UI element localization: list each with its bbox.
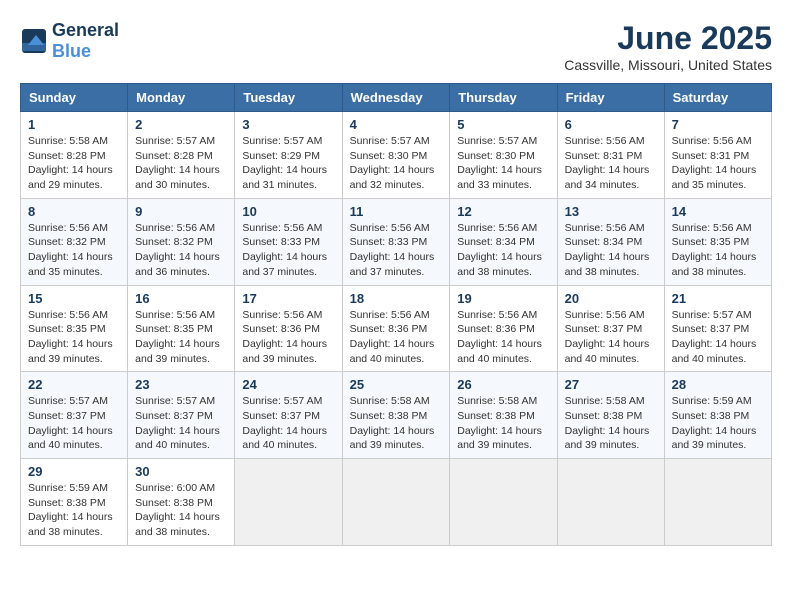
logo: General Blue: [20, 20, 119, 62]
day-cell-12: 12 Sunrise: 5:56 AMSunset: 8:34 PMDaylig…: [450, 198, 557, 285]
weekday-header-row: Sunday Monday Tuesday Wednesday Thursday…: [21, 84, 772, 112]
empty-cell-5: [664, 459, 771, 546]
day-cell-17: 17 Sunrise: 5:56 AMSunset: 8:36 PMDaylig…: [235, 285, 342, 372]
header-tuesday: Tuesday: [235, 84, 342, 112]
day-cell-21: 21 Sunrise: 5:57 AMSunset: 8:37 PMDaylig…: [664, 285, 771, 372]
logo-icon: [20, 27, 48, 55]
day-cell-23: 23 Sunrise: 5:57 AMSunset: 8:37 PMDaylig…: [128, 372, 235, 459]
empty-cell-4: [557, 459, 664, 546]
day-cell-30: 30 Sunrise: 6:00 AMSunset: 8:38 PMDaylig…: [128, 459, 235, 546]
day-cell-28: 28 Sunrise: 5:59 AMSunset: 8:38 PMDaylig…: [664, 372, 771, 459]
day-cell-9: 9 Sunrise: 5:56 AMSunset: 8:32 PMDayligh…: [128, 198, 235, 285]
day-cell-25: 25 Sunrise: 5:58 AMSunset: 8:38 PMDaylig…: [342, 372, 450, 459]
week-row-1: 1 Sunrise: 5:58 AMSunset: 8:28 PMDayligh…: [21, 112, 772, 199]
week-row-5: 29 Sunrise: 5:59 AMSunset: 8:38 PMDaylig…: [21, 459, 772, 546]
logo-blue: Blue: [52, 41, 91, 61]
header-saturday: Saturday: [664, 84, 771, 112]
day-cell-4: 4 Sunrise: 5:57 AMSunset: 8:30 PMDayligh…: [342, 112, 450, 199]
day-cell-13: 13 Sunrise: 5:56 AMSunset: 8:34 PMDaylig…: [557, 198, 664, 285]
logo-general: General: [52, 20, 119, 40]
page-header: General Blue June 2025 Cassville, Missou…: [20, 20, 772, 73]
header-monday: Monday: [128, 84, 235, 112]
day-cell-3: 3 Sunrise: 5:57 AMSunset: 8:29 PMDayligh…: [235, 112, 342, 199]
calendar-table: Sunday Monday Tuesday Wednesday Thursday…: [20, 83, 772, 546]
day-cell-6: 6 Sunrise: 5:56 AMSunset: 8:31 PMDayligh…: [557, 112, 664, 199]
day-cell-7: 7 Sunrise: 5:56 AMSunset: 8:31 PMDayligh…: [664, 112, 771, 199]
header-friday: Friday: [557, 84, 664, 112]
week-row-2: 8 Sunrise: 5:56 AMSunset: 8:32 PMDayligh…: [21, 198, 772, 285]
day-cell-11: 11 Sunrise: 5:56 AMSunset: 8:33 PMDaylig…: [342, 198, 450, 285]
day-cell-20: 20 Sunrise: 5:56 AMSunset: 8:37 PMDaylig…: [557, 285, 664, 372]
day-cell-22: 22 Sunrise: 5:57 AMSunset: 8:37 PMDaylig…: [21, 372, 128, 459]
title-block: June 2025 Cassville, Missouri, United St…: [564, 20, 772, 73]
day-cell-26: 26 Sunrise: 5:58 AMSunset: 8:38 PMDaylig…: [450, 372, 557, 459]
day-cell-1: 1 Sunrise: 5:58 AMSunset: 8:28 PMDayligh…: [21, 112, 128, 199]
empty-cell-3: [450, 459, 557, 546]
day-cell-24: 24 Sunrise: 5:57 AMSunset: 8:37 PMDaylig…: [235, 372, 342, 459]
header-wednesday: Wednesday: [342, 84, 450, 112]
day-cell-5: 5 Sunrise: 5:57 AMSunset: 8:30 PMDayligh…: [450, 112, 557, 199]
day-cell-29: 29 Sunrise: 5:59 AMSunset: 8:38 PMDaylig…: [21, 459, 128, 546]
main-title: June 2025: [564, 20, 772, 57]
empty-cell-2: [342, 459, 450, 546]
day-cell-2: 2 Sunrise: 5:57 AMSunset: 8:28 PMDayligh…: [128, 112, 235, 199]
day-cell-27: 27 Sunrise: 5:58 AMSunset: 8:38 PMDaylig…: [557, 372, 664, 459]
logo-text: General Blue: [52, 20, 119, 62]
week-row-3: 15 Sunrise: 5:56 AMSunset: 8:35 PMDaylig…: [21, 285, 772, 372]
day-cell-15: 15 Sunrise: 5:56 AMSunset: 8:35 PMDaylig…: [21, 285, 128, 372]
header-sunday: Sunday: [21, 84, 128, 112]
day-cell-14: 14 Sunrise: 5:56 AMSunset: 8:35 PMDaylig…: [664, 198, 771, 285]
week-row-4: 22 Sunrise: 5:57 AMSunset: 8:37 PMDaylig…: [21, 372, 772, 459]
day-cell-18: 18 Sunrise: 5:56 AMSunset: 8:36 PMDaylig…: [342, 285, 450, 372]
day-cell-10: 10 Sunrise: 5:56 AMSunset: 8:33 PMDaylig…: [235, 198, 342, 285]
empty-cell-1: [235, 459, 342, 546]
day-cell-19: 19 Sunrise: 5:56 AMSunset: 8:36 PMDaylig…: [450, 285, 557, 372]
day-cell-8: 8 Sunrise: 5:56 AMSunset: 8:32 PMDayligh…: [21, 198, 128, 285]
day-cell-16: 16 Sunrise: 5:56 AMSunset: 8:35 PMDaylig…: [128, 285, 235, 372]
subtitle: Cassville, Missouri, United States: [564, 57, 772, 73]
header-thursday: Thursday: [450, 84, 557, 112]
